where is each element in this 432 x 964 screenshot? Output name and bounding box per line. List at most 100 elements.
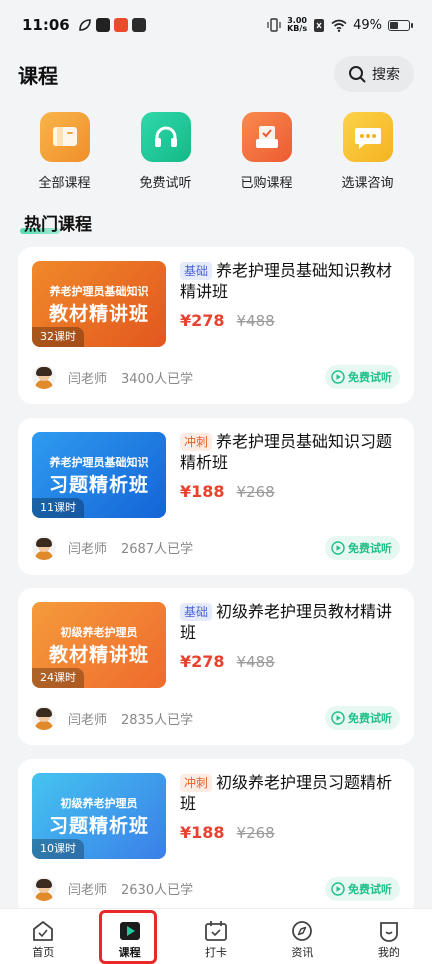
course-original-price: ¥268 [236,823,275,842]
course-card[interactable]: 养老护理员基础知识 教材精讲班 32课时 基础 养老护理员基础知识教材精讲班 ¥278 ¥4… [18,247,414,404]
price-row: ¥278 ¥488 [180,311,402,330]
search-label: 搜索 [372,67,400,83]
course-card[interactable]: 养老护理员基础知识 习题精析班 11课时 冲刺 养老护理员基础知识习题精析班 ¥188 ¥2… [18,417,414,575]
nav-checkin[interactable]: 打卡 [173,909,259,964]
course-cover[interactable]: 养老护理员基础知识 教材精讲班 32课时 [32,261,166,347]
calendar-check-icon [205,921,227,941]
cover-title: 习题精析班 [48,473,149,496]
battery-fill [390,21,399,29]
course-footer: 闫老师 3400人已学 免费试听 [32,363,400,391]
course-info: 冲刺 初级养老护理员习题精析班 ¥188 ¥268 [180,772,402,842]
purchased-box-icon [255,126,278,148]
cover-subtitle: 养老护理员基础知识 [49,455,149,469]
course-title[interactable]: 基础 初级养老护理员教材精讲班 [180,601,402,643]
chat-bubble-icon [354,128,381,149]
entry-label: 选课咨询 [341,176,394,191]
course-original-price: ¥488 [236,653,275,671]
course-price: ¥278 [180,311,225,330]
course-footer: 闫老师 2687人已学 免费试听 [32,534,400,562]
nav-label: 首页 [32,946,55,959]
teacher-name: 闫老师 [68,883,108,898]
battery-percent: 49% [353,17,382,33]
entry-icon-bg [39,112,90,162]
course-info: 基础 养老护理员基础知识教材精讲班 ¥278 ¥488 [180,260,402,330]
course-card[interactable]: 初级养老护理员 教材精讲班 24课时 基础 初级养老护理员教材精讲班 ¥278 ¥488 闫老… [18,588,414,745]
net-speed: 3.00 KB/s [287,17,307,33]
learner-count: 2835人已学 [121,712,194,728]
teacher-avatar [32,365,56,389]
entry-all-courses[interactable]: 全部课程 [20,112,110,192]
play-circle-icon [331,540,345,555]
learner-count: 3400人已学 [121,371,194,387]
page-header: 课程 搜索 [0,54,432,94]
book-icon [52,127,77,146]
course-info: 基础 初级养老护理员教材精讲班 ¥278 ¥488 [180,601,402,671]
course-cover[interactable]: 初级养老护理员 习题精析班 10课时 [32,772,166,859]
free-trial-button[interactable]: 免费试听 [325,876,400,901]
nav-label: 资讯 [291,946,314,959]
app-notification-icon-red [113,18,128,32]
learner-count: 2687人已学 [121,542,194,557]
entry-purchased[interactable]: 已购课程 [222,112,312,192]
course-title[interactable]: 冲刺 养老护理员基础知识习题精析班 [180,431,402,473]
home-icon [33,921,54,941]
course-info: 冲刺 养老护理员基础知识习题精析班 ¥188 ¥268 [180,431,402,501]
nav-home[interactable]: 首页 [0,909,86,964]
status-bar: 11:06 3.00 KB/s 49% [0,0,432,50]
cover-subtitle: 初级养老护理员 [60,626,138,639]
cover-title: 教材精讲班 [48,644,149,666]
cover-title: 教材精讲班 [48,303,149,325]
free-trial-button[interactable]: 免费试听 [325,706,400,730]
teacher-avatar [32,876,56,901]
entry-free-trial[interactable]: 免费试听 [121,112,211,192]
free-trial-label: 免费试听 [348,371,392,384]
cover-title: 习题精析班 [48,814,149,837]
battery-icon [388,19,413,31]
teacher-name: 闫老师 [68,371,108,387]
course-tag: 冲刺 [180,773,213,792]
teacher-avatar [32,535,56,560]
status-time: 11:06 [22,16,70,34]
free-trial-label: 免费试听 [348,541,392,555]
course-hours: 24课时 [32,668,84,688]
course-play-icon [119,922,140,940]
course-cover[interactable]: 初级养老护理员教材精讲班 24课时 [32,602,166,688]
course-title[interactable]: 基础 养老护理员基础知识教材精讲班 [180,260,402,302]
course-footer: 闫老师 2835人已学 免费试听 [32,704,400,732]
free-trial-button[interactable]: 免费试听 [325,365,400,389]
free-trial-button[interactable]: 免费试听 [325,535,400,560]
entry-icon-bg [241,112,292,162]
sim-off-icon [314,18,325,32]
search-icon [349,66,366,83]
course-price: ¥188 [180,481,225,501]
entry-label: 免费试听 [139,176,192,191]
teacher-name: 闫老师 [68,542,108,557]
nav-label: 打卡 [205,946,228,959]
play-circle-icon [331,370,345,384]
course-original-price: ¥488 [236,312,275,330]
headphones-icon [154,126,177,147]
free-trial-label: 免费试听 [348,882,392,896]
entry-consult[interactable]: 选课咨询 [323,112,413,192]
vibrate-icon [267,18,281,32]
app-notification-icon-dark [131,18,146,32]
course-card[interactable]: 初级养老护理员 习题精析班 10课时 冲刺 初级养老护理员习题精析班 ¥188 ¥268 闫老… [18,758,414,916]
course-list: 养老护理员基础知识 教材精讲班 32课时 基础 养老护理员基础知识教材精讲班 ¥278 ¥4… [18,247,414,929]
course-title[interactable]: 冲刺 初级养老护理员习题精析班 [180,772,402,814]
teacher-avatar [32,706,56,730]
course-cover[interactable]: 养老护理员基础知识 习题精析班 11课时 [32,431,166,518]
course-price: ¥188 [180,822,225,842]
nav-mine[interactable]: 我的 [346,909,432,964]
entry-label: 全部课程 [38,176,91,191]
entry-label: 已购课程 [240,176,293,191]
nav-label: 课程 [118,946,141,959]
net-speed-unit: KB/s [287,24,308,33]
nav-course[interactable]: 课程 [86,909,172,964]
compass-icon [292,921,313,941]
profile-icon [379,922,398,942]
free-trial-label: 免费试听 [348,712,392,725]
section-title: 热门课程 [24,215,92,235]
search-button[interactable]: 搜索 [334,56,414,92]
course-price: ¥278 [180,652,225,671]
nav-news[interactable]: 资讯 [259,909,345,964]
